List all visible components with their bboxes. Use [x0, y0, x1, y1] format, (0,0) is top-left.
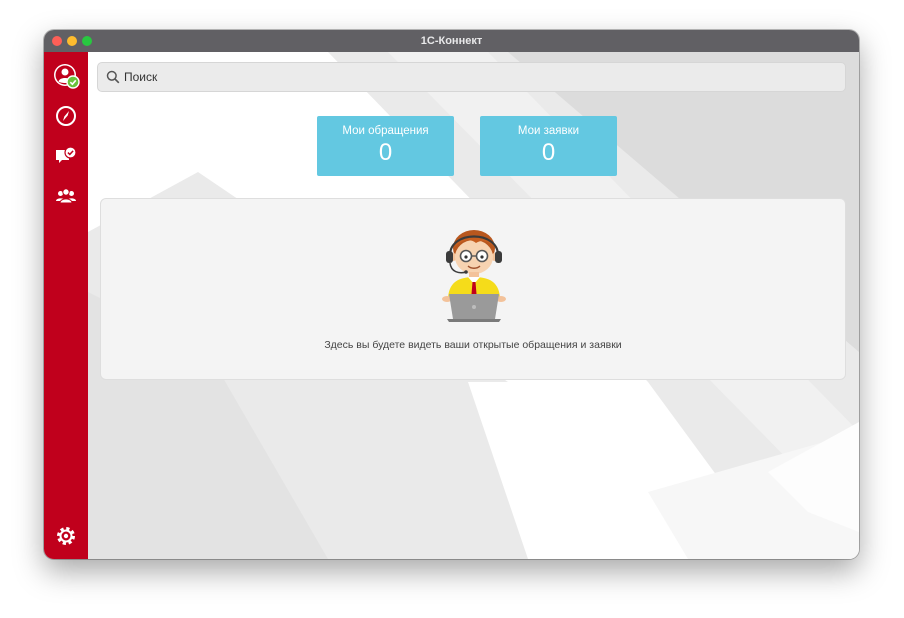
sidebar-item-profile[interactable] [52, 62, 80, 90]
empty-state-panel: Здесь вы будете видеть ваши открытые обр… [100, 198, 846, 380]
my-tickets-tile[interactable]: Мои заявки 0 [480, 116, 617, 176]
main-area: Мои обращения 0 Мои заявки 0 [88, 52, 859, 559]
users-group-icon [56, 188, 76, 204]
sidebar-item-support-requests[interactable] [52, 142, 80, 170]
minimize-window-button[interactable] [67, 36, 77, 46]
title-bar: 1С-Коннект [44, 30, 859, 52]
app-window: 1С-Коннект Поиск Мои обращения 0 Мои зая… [44, 30, 859, 559]
my-tickets-count: 0 [541, 139, 556, 166]
avatar-online-icon [54, 64, 80, 89]
my-tickets-label: Мои заявки [517, 125, 580, 137]
my-requests-count: 0 [378, 139, 393, 166]
sidebar-item-contacts[interactable] [52, 182, 80, 210]
settings-button[interactable] [52, 522, 80, 550]
chat-check-icon [56, 146, 77, 163]
support-operator-illustration [442, 230, 506, 322]
gear-icon [57, 527, 75, 545]
search-icon [106, 70, 120, 84]
search-input[interactable] [124, 63, 824, 91]
zoom-window-button[interactable] [82, 36, 92, 46]
sidebar [44, 52, 88, 559]
my-requests-tile[interactable]: Мои обращения 0 [317, 116, 454, 176]
my-requests-label: Мои обращения [342, 125, 429, 137]
search-bar[interactable] [97, 62, 846, 92]
window-title: 1С-Коннект [420, 35, 483, 47]
sidebar-item-navigator[interactable] [52, 102, 80, 130]
empty-state-text: Здесь вы будете видеть ваши открытые обр… [324, 339, 622, 351]
close-window-button[interactable] [52, 36, 62, 46]
compass-icon [56, 106, 76, 126]
